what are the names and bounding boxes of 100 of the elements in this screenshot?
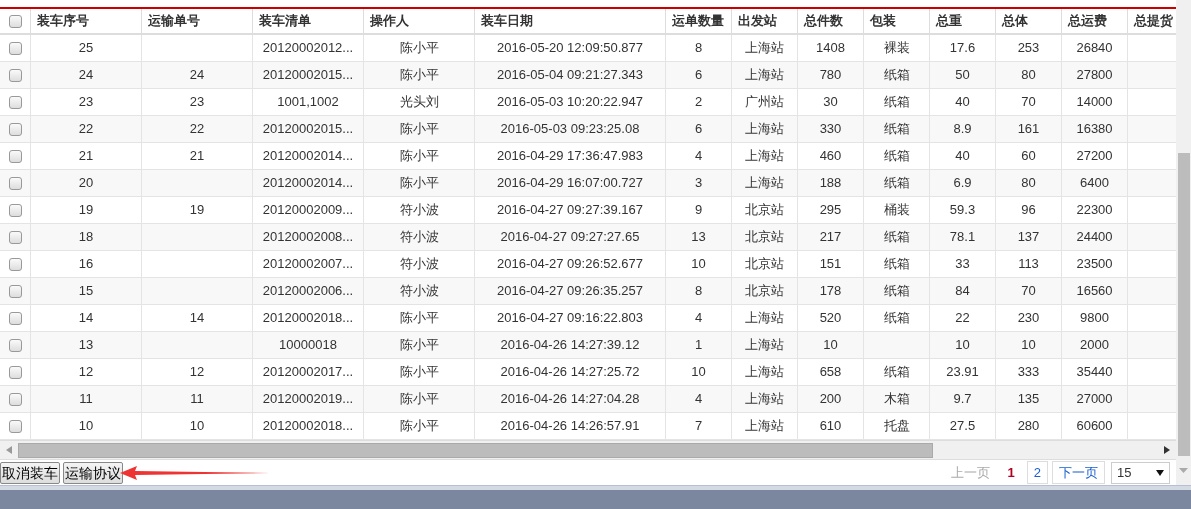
table-cell-text: 陈小平	[399, 66, 439, 85]
checkbox[interactable]	[8, 257, 22, 271]
checkbox[interactable]	[8, 392, 22, 406]
checkbox[interactable]	[8, 284, 22, 298]
table-cell-text: 80	[1021, 66, 1036, 85]
table-cell-text: 26840	[1076, 39, 1113, 58]
checkbox[interactable]	[8, 176, 22, 190]
table-cell-text: 230	[1017, 309, 1040, 328]
column-header[interactable]: 总体	[1002, 11, 1028, 31]
table-cell-text: 陈小平	[399, 39, 439, 58]
table-cell-text: 陈小平	[399, 174, 439, 193]
column-header[interactable]: 包装	[870, 11, 896, 31]
table-cell-text: 20120002019...	[262, 390, 354, 409]
table-cell-text: 16380	[1076, 120, 1113, 139]
table-cell-text: 17.6	[949, 39, 976, 58]
column-header[interactable]: 总重	[936, 11, 962, 31]
table-cell-text: 10	[823, 336, 838, 355]
column-header[interactable]: 总提货	[1134, 11, 1173, 31]
scroll-left-icon[interactable]	[6, 446, 12, 454]
horizontal-scrollbar[interactable]	[0, 440, 1176, 459]
scroll-down-icon[interactable]	[1179, 468, 1188, 473]
table-cell-text: 北京站	[745, 228, 784, 247]
table-cell-text: 北京站	[745, 282, 784, 301]
table-cell-text: 4	[694, 147, 703, 166]
table-cell-text: 50	[955, 66, 970, 85]
checkbox[interactable]	[8, 122, 22, 136]
table-cell-text: 托盘	[883, 417, 910, 436]
checkbox[interactable]	[8, 203, 22, 217]
next-page-link[interactable]: 下一页	[1052, 460, 1105, 485]
checkbox[interactable]	[8, 230, 22, 244]
checkbox[interactable]	[8, 41, 22, 55]
table-cell-text: 1	[694, 336, 703, 355]
page-link[interactable]: 2	[1026, 460, 1048, 485]
page-size-select[interactable]: 15	[1111, 461, 1170, 484]
table-cell-text: 8.9	[953, 120, 972, 139]
table-cell-text: 20	[78, 174, 94, 193]
column-header[interactable]: 操作人	[370, 11, 409, 31]
table-cell-text: 178	[819, 282, 842, 301]
checkbox[interactable]	[8, 68, 22, 82]
table-cell-text: 70	[1021, 93, 1036, 112]
table-cell-text: 18	[78, 228, 94, 247]
table-cell-text: 2016-04-27 09:26:35.257	[497, 282, 643, 301]
table-cell-text: 6	[694, 66, 703, 85]
toolbar-button[interactable]: 运输协议	[63, 461, 123, 484]
table-cell-text: 纸箱	[883, 255, 910, 274]
table-cell-text: 2016-04-26 14:27:39.12	[500, 336, 640, 355]
table-cell-text: 10	[1021, 336, 1036, 355]
table-cell-text: 北京站	[745, 255, 784, 274]
table-cell-text: 7	[694, 417, 703, 436]
table-cell-text: 10000018	[279, 336, 337, 355]
table-cell-text: 22	[78, 120, 94, 139]
table-cell-text: 20120002015...	[262, 120, 354, 139]
table-cell-text: 8	[694, 39, 703, 58]
table-cell-text: 9	[694, 201, 703, 220]
table-cell-text: 59.3	[949, 201, 976, 220]
checkbox[interactable]	[8, 95, 22, 109]
checkbox[interactable]	[8, 365, 22, 379]
table-cell-text: 22	[189, 120, 205, 139]
checkbox[interactable]	[8, 149, 22, 163]
column-header[interactable]: 装车日期	[481, 11, 533, 31]
scroll-right-icon[interactable]	[1164, 446, 1170, 454]
table-cell-text: 13	[78, 336, 94, 355]
column-header[interactable]: 装车清单	[259, 11, 311, 31]
column-header[interactable]: 总运费	[1068, 11, 1107, 31]
scrollbar-thumb[interactable]	[1177, 153, 1190, 456]
table-cell-text: 20120002006...	[262, 282, 354, 301]
table-cell-text: 135	[1017, 390, 1040, 409]
toolbar-button[interactable]: 取消装车	[0, 461, 60, 484]
table-cell-text: 14000	[1076, 93, 1113, 112]
column-header[interactable]: 运输单号	[148, 11, 200, 31]
table-cell-text: 2016-05-03 09:23:25.08	[500, 120, 640, 139]
table-cell-text: 280	[1017, 417, 1040, 436]
checkbox[interactable]	[8, 419, 22, 433]
table-cell-text: 12	[189, 363, 205, 382]
checkbox[interactable]	[8, 14, 22, 28]
table-cell-text: 460	[819, 147, 842, 166]
column-header[interactable]: 出发站	[738, 11, 777, 31]
table-cell-text: 2016-04-27 09:27:27.65	[500, 228, 640, 247]
table-cell-text: 70	[1021, 282, 1036, 301]
column-header[interactable]: 运单数量	[672, 11, 724, 31]
checkbox[interactable]	[8, 311, 22, 325]
table-cell-text: 纸箱	[883, 66, 910, 85]
table-cell-text: 10	[691, 363, 706, 382]
table-cell-text: 2016-04-27 09:16:22.803	[497, 309, 643, 328]
scrollbar-thumb[interactable]	[18, 442, 933, 458]
page-link[interactable]: 1	[999, 461, 1023, 484]
table-cell-text: 上海站	[745, 309, 784, 328]
column-header[interactable]: 总件数	[804, 11, 843, 31]
table-cell-text: 10	[691, 255, 706, 274]
table-cell-text: 纸箱	[883, 282, 910, 301]
table-cell-text: 14	[78, 309, 94, 328]
column-header[interactable]: 装车序号	[37, 11, 89, 31]
checkbox[interactable]	[8, 338, 22, 352]
vertical-scrollbar[interactable]	[1176, 0, 1191, 485]
table-cell-text: 658	[819, 363, 842, 382]
table-cell-text: 60	[1021, 147, 1036, 166]
table-cell-text: 12	[78, 363, 94, 382]
table-cell-text: 4	[694, 390, 703, 409]
table-cell-text: 20120002008...	[262, 228, 354, 247]
table-cell-text: 木箱	[883, 390, 910, 409]
